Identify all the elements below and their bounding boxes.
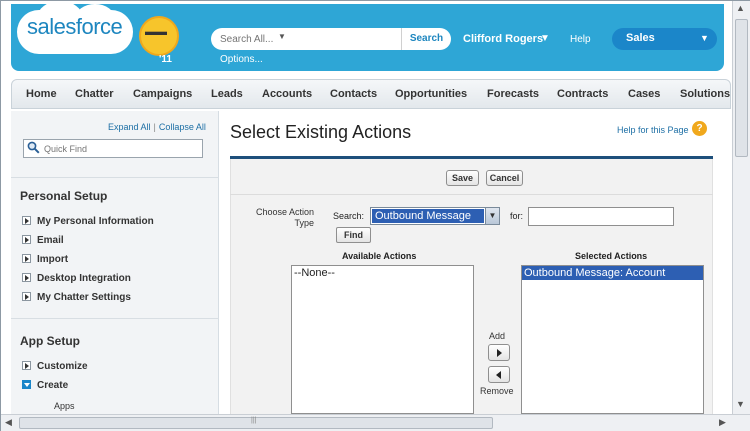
remove-button[interactable] (488, 366, 510, 383)
for-input[interactable] (528, 207, 674, 226)
action-type-select[interactable]: Outbound Message ▼ (370, 207, 500, 225)
search-icon (27, 141, 40, 154)
list-item[interactable]: --None-- (292, 266, 473, 280)
expand-toggle-icon[interactable] (22, 254, 31, 263)
sidebar-expand-collapse: Expand All | Collapse All (108, 122, 206, 132)
tab-home[interactable]: Home (26, 88, 57, 100)
arrow-right-icon (497, 349, 502, 357)
scroll-up-icon[interactable]: ▲ (736, 3, 745, 13)
tab-accounts[interactable]: Accounts (262, 88, 312, 100)
sidebar-subitem-apps[interactable]: Apps (54, 401, 75, 411)
tab-campaigns[interactable]: Campaigns (133, 88, 192, 100)
help-for-page-link[interactable]: Help for this Page (617, 125, 689, 135)
sidebar-item-create[interactable]: Create (22, 380, 68, 391)
arrow-left-icon (496, 371, 501, 379)
save-button[interactable]: Save (446, 170, 479, 186)
list-item[interactable]: Outbound Message: Account (522, 266, 703, 280)
add-button[interactable] (488, 344, 510, 361)
sidebar-item-desktop-integration[interactable]: Desktop Integration (22, 273, 131, 284)
tab-chatter[interactable]: Chatter (75, 88, 114, 100)
quick-find-box (23, 139, 203, 158)
vertical-scrollbar[interactable]: ▲ ▼ (732, 1, 750, 414)
scroll-down-icon[interactable]: ▼ (736, 399, 745, 409)
tab-leads[interactable]: Leads (211, 88, 243, 100)
sidebar-item-label: Email (37, 235, 64, 246)
sidebar-item-label: My Personal Information (37, 216, 154, 227)
chevron-down-icon[interactable]: ▼ (485, 208, 499, 224)
scrollbar-corner (735, 415, 750, 431)
help-link[interactable]: Help (570, 34, 591, 45)
action-type-selected-value: Outbound Message (372, 209, 484, 223)
expand-toggle-icon[interactable] (22, 273, 31, 282)
personal-setup-title: Personal Setup (20, 189, 108, 203)
search-scope-caret-icon[interactable]: ▼ (278, 32, 286, 41)
horizontal-scrollbar[interactable]: ◀ ||| ▶ (1, 414, 750, 431)
for-label: for: (510, 211, 524, 221)
selected-actions-list[interactable]: Outbound Message: Account (521, 265, 704, 414)
sidebar-item-my-chatter-settings[interactable]: My Chatter Settings (22, 292, 131, 303)
scroll-right-icon[interactable]: ▶ (719, 417, 726, 428)
sidebar-item-label: Desktop Integration (37, 273, 131, 284)
sidebar-item-email[interactable]: Email (22, 235, 64, 246)
find-button[interactable]: Find (336, 227, 371, 243)
header-bar: salesforce ▬▬ '11 ▼ Search Options... Cl… (11, 1, 724, 71)
collapse-all-link[interactable]: Collapse All (159, 122, 206, 132)
help-icon[interactable]: ? (692, 121, 707, 136)
setup-sidebar: Expand All|Collapse All Personal Setup M… (11, 111, 219, 414)
vertical-scroll-thumb[interactable] (735, 19, 748, 157)
app-setup-section: App Setup Customize Create Apps (11, 318, 219, 414)
tab-contacts[interactable]: Contacts (330, 88, 377, 100)
link-separator: | (153, 122, 156, 132)
choose-action-type-label: Choose Action Type (255, 207, 314, 228)
sidebar-item-my-personal-information[interactable]: My Personal Information (22, 216, 154, 227)
available-actions-header: Available Actions (342, 251, 417, 261)
sun-sunglasses-icon: ▬▬ (145, 26, 167, 38)
scroll-left-icon[interactable]: ◀ (5, 417, 12, 428)
sidebar-item-customize[interactable]: Customize (22, 361, 88, 372)
search-options-link[interactable]: Options... (220, 54, 263, 65)
browser-window: salesforce ▬▬ '11 ▼ Search Options... Cl… (0, 0, 750, 431)
tab-contracts[interactable]: Contracts (557, 88, 608, 100)
tab-solutions[interactable]: Solutions (680, 88, 730, 100)
sidebar-item-label: My Chatter Settings (37, 292, 131, 303)
page-title: Select Existing Actions (230, 122, 412, 142)
global-search-box: ▼ Search (211, 28, 451, 50)
salesforce-logo[interactable]: salesforce (27, 14, 123, 40)
logo-year: '11 (159, 54, 172, 65)
collapse-toggle-icon[interactable] (22, 380, 31, 389)
sidebar-item-label: Import (37, 254, 69, 265)
global-search-input[interactable] (220, 32, 390, 46)
app-picker-caret-icon: ▼ (700, 33, 709, 43)
user-menu-caret-icon[interactable]: ▼ (540, 33, 550, 44)
expand-toggle-icon[interactable] (22, 216, 31, 225)
quick-find-input[interactable] (44, 143, 194, 155)
available-actions-list[interactable]: --None-- (291, 265, 474, 414)
tab-opportunities[interactable]: Opportunities (395, 88, 467, 100)
sidebar-item-import[interactable]: Import (22, 254, 68, 265)
cancel-button[interactable]: Cancel (486, 170, 523, 186)
sidebar-item-label: Create (37, 380, 69, 391)
personal-setup-section: Personal Setup My Personal Information E… (11, 177, 219, 317)
expand-toggle-icon[interactable] (22, 235, 31, 244)
user-menu[interactable]: Clifford Rogers (463, 33, 543, 45)
expand-toggle-icon[interactable] (22, 292, 31, 301)
app-setup-title: App Setup (20, 334, 80, 348)
app-picker-label: Sales (626, 32, 655, 44)
search-button[interactable]: Search (401, 28, 451, 50)
app-picker[interactable]: Sales ▼ (612, 28, 717, 50)
expand-all-link[interactable]: Expand All (108, 122, 151, 132)
tab-forecasts[interactable]: Forecasts (487, 88, 539, 100)
tab-bar: Home Chatter Campaigns Leads Accounts Co… (11, 79, 731, 109)
add-label: Add (489, 331, 506, 341)
expand-toggle-icon[interactable] (22, 361, 31, 370)
remove-label: Remove (480, 386, 514, 396)
selected-actions-header: Selected Actions (575, 251, 648, 261)
sidebar-item-label: Customize (37, 361, 88, 372)
search-label: Search: (333, 211, 365, 221)
tab-cases[interactable]: Cases (628, 88, 660, 100)
scroll-grip-icon: ||| (251, 417, 257, 424)
button-row-divider (230, 194, 713, 195)
